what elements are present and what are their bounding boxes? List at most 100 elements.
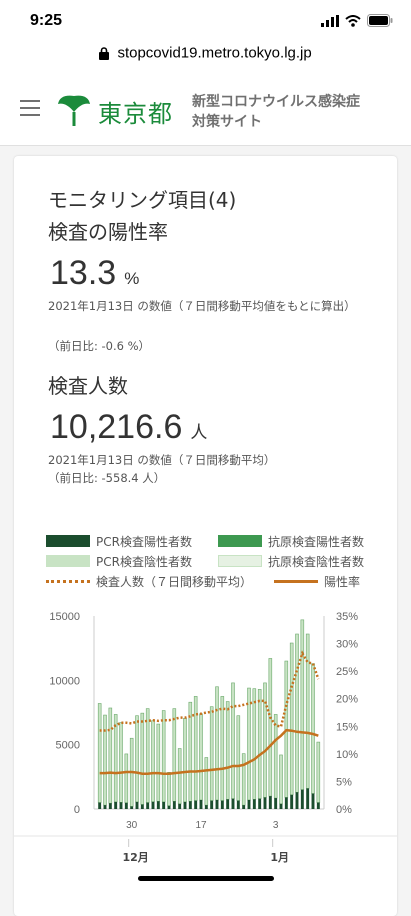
tokyo-logo-icon[interactable] xyxy=(56,92,92,128)
x-tick-month: 12月 xyxy=(123,851,149,864)
site-title-line1: 新型コロナウイルス感染症 xyxy=(192,94,360,110)
y-tick-left: 15000 xyxy=(49,611,80,623)
bar-pcr-positive xyxy=(167,805,171,809)
bar-pcr-positive xyxy=(231,798,235,809)
bar-pcr-negative xyxy=(156,723,161,802)
signal-icon xyxy=(321,14,339,27)
y-tick-right: 15% xyxy=(336,721,358,733)
bar-pcr-positive xyxy=(172,801,176,809)
status-bar: 9:25 xyxy=(0,0,411,44)
legend-item-antigen-negative[interactable]: 抗原検査陰性者数 xyxy=(218,552,364,570)
bar-pcr-negative xyxy=(209,706,214,801)
bar-pcr-negative xyxy=(295,633,299,793)
bar-pcr-positive xyxy=(140,804,144,809)
tests-label: 検査人数 xyxy=(48,374,128,398)
site-header: 東京都 新型コロナウイルス感染症 対策サイト xyxy=(0,74,411,146)
bar-pcr-negative xyxy=(268,658,273,797)
bar-pcr-positive xyxy=(236,800,240,809)
bar-pcr-negative xyxy=(316,741,321,803)
bar-pcr-positive xyxy=(268,796,272,809)
bar-pcr-negative xyxy=(97,703,102,803)
bar-pcr-positive xyxy=(146,802,150,809)
legend-swatch xyxy=(218,535,262,547)
bar-pcr-negative xyxy=(108,707,113,804)
legend-item-pcr-positive[interactable]: PCR検査陽性者数 xyxy=(46,532,192,550)
positive-rate-note: 2021年1月13日 の数値（７日間移動平均値をもとに算出） xyxy=(48,299,356,313)
bar-pcr-positive xyxy=(311,793,315,809)
site-title[interactable]: 新型コロナウイルス感染症 対策サイト xyxy=(192,92,360,132)
battery-icon xyxy=(367,14,393,27)
bar-pcr-negative xyxy=(119,722,123,803)
bar-pcr-negative xyxy=(231,682,235,800)
legend-item-antigen-positive[interactable]: 抗原検査陽性者数 xyxy=(218,532,364,550)
legend-label: 抗原検査陰性者数 xyxy=(268,554,365,569)
bar-pcr-negative xyxy=(177,748,182,805)
legend-label: 陽性率 xyxy=(324,574,361,589)
bar-pcr-negative xyxy=(225,701,230,800)
status-icons xyxy=(321,14,393,27)
bar-pcr-negative xyxy=(252,688,257,800)
positive-rate-diff: （前日比: -0.6 %） xyxy=(48,339,151,353)
bar-pcr-negative xyxy=(273,714,278,799)
legend-swatch xyxy=(46,555,90,567)
positive-rate-chart[interactable]: 15000 10000 5000 0 35% 30% 25% 20% 15% 10% 5% 0% 30 1… xyxy=(14,611,397,881)
tests-unit: 人 xyxy=(190,423,208,442)
lock-icon xyxy=(99,46,110,60)
bar-pcr-positive xyxy=(279,803,283,809)
bar-pcr-negative xyxy=(172,708,177,802)
bar-pcr-positive xyxy=(98,802,102,809)
y-tick-left: 0 xyxy=(74,804,80,816)
positive-rate-unit: % xyxy=(124,269,140,288)
bar-pcr-positive xyxy=(226,799,230,809)
bar-pcr-positive xyxy=(306,788,310,809)
site-title-line2: 対策サイト xyxy=(192,114,262,130)
status-time: 9:25 xyxy=(30,12,63,29)
bar-pcr-negative xyxy=(199,713,203,801)
bar-pcr-positive xyxy=(316,802,320,809)
tests-diff: （前日比: -558.4 人） xyxy=(48,471,166,485)
bar-pcr-negative xyxy=(257,689,262,800)
legend-label: 抗原検査陽性者数 xyxy=(268,534,365,549)
x-tick-day: 3 xyxy=(273,820,279,831)
bar-pcr-positive xyxy=(151,801,155,809)
bar-pcr-positive xyxy=(162,801,166,809)
bar-pcr-positive xyxy=(108,803,112,809)
logo-text[interactable]: 東京都 xyxy=(98,94,173,129)
bar-pcr-negative xyxy=(263,682,267,798)
x-tick-day: 17 xyxy=(195,820,207,831)
bar-pcr-positive xyxy=(252,799,256,809)
legend-swatch xyxy=(274,579,318,583)
menu-icon[interactable] xyxy=(20,100,40,116)
bar-pcr-negative xyxy=(305,633,310,789)
legend-item-pcr-negative[interactable]: PCR検査陰性者数 xyxy=(46,552,192,570)
bar-pcr-negative xyxy=(145,708,150,803)
bar-pcr-positive xyxy=(183,801,187,809)
bar-pcr-negative xyxy=(311,663,315,794)
bar-pcr-positive xyxy=(156,801,160,809)
monitoring-card: モニタリング項目(4) 検査の陽性率 13.3% 2021年1月13日 の数値（… xyxy=(14,156,397,916)
legend-swatch xyxy=(46,579,90,583)
legend-item-positive-rate[interactable]: 陽性率 xyxy=(274,572,360,590)
y-tick-right: 25% xyxy=(336,666,358,678)
tests-value-block: 10,216.6 人 xyxy=(50,408,207,447)
legend-item-tests-avg[interactable]: 検査人数（７日間移動平均） xyxy=(46,572,252,590)
bar-pcr-positive xyxy=(220,800,224,809)
bar-pcr-negative xyxy=(140,712,145,805)
tests-value: 10,216.6 xyxy=(50,408,183,446)
y-tick-right: 30% xyxy=(336,639,358,651)
bar-pcr-positive xyxy=(247,799,251,809)
bar-pcr-negative xyxy=(289,642,294,796)
bar-pcr-negative xyxy=(220,696,225,801)
bar-pcr-positive xyxy=(194,800,198,809)
tests-note: 2021年1月13日 の数値（７日間移動平均） xyxy=(48,453,276,467)
bar-pcr-negative xyxy=(241,753,246,806)
positive-rate-value-block: 13.3% xyxy=(50,254,139,293)
bar-pcr-negative xyxy=(300,619,305,790)
positive-rate-value: 13.3 xyxy=(50,254,117,292)
bar-pcr-positive xyxy=(290,794,294,809)
bar-pcr-negative xyxy=(103,714,107,806)
bar-pcr-positive xyxy=(204,805,208,809)
url-bar[interactable]: stopcovid19.metro.tokyo.lg.jp xyxy=(0,44,411,74)
bar-pcr-positive xyxy=(114,801,118,809)
bar-pcr-positive xyxy=(284,797,288,809)
